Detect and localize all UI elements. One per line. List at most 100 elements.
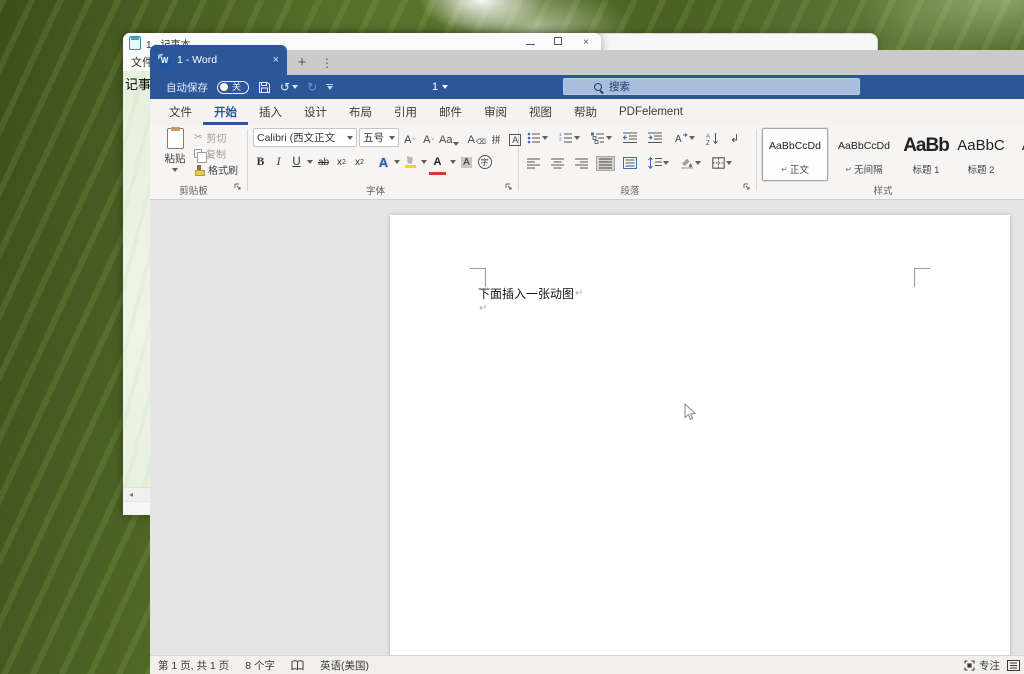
borders-button[interactable] <box>709 155 735 171</box>
style-normal[interactable]: AaBbCcDd ↵正文 <box>762 128 828 181</box>
toggle-dot <box>220 83 228 91</box>
tab-help[interactable]: 帮助 <box>563 99 608 125</box>
copy-button[interactable]: 复制 <box>194 146 226 161</box>
bold-button[interactable]: B <box>253 153 268 171</box>
font-dialog-launcher[interactable] <box>505 178 513 196</box>
scroll-left-icon[interactable]: ◂ <box>123 488 139 501</box>
superscript-button[interactable]: x2 <box>352 153 367 171</box>
tab-layout[interactable]: 布局 <box>338 99 383 125</box>
document-tab[interactable]: W 1 - Word × <box>150 45 287 75</box>
read-mode-icon[interactable] <box>1007 660 1020 671</box>
style-gallery: AaBbCcDd ↵正文 AaBbCcDd ↵无间隔 AaBb 标题 1 AaB… <box>762 128 1024 181</box>
word-window[interactable]: + ⋮ W 1 - Word × 自动保存 关 ↺ ↻ 1 搜索 <box>150 45 1024 674</box>
highlight-button[interactable] <box>403 153 418 171</box>
undo-dropdown-icon[interactable] <box>292 85 298 89</box>
show-marks-button[interactable]: ↲ <box>727 130 742 147</box>
title-dropdown-icon[interactable] <box>442 85 448 89</box>
search-input[interactable]: 搜索 <box>563 78 860 95</box>
distribute-button[interactable] <box>620 155 640 171</box>
character-shading-button[interactable]: A <box>459 153 474 171</box>
cut-button[interactable]: ✂ 剪切 <box>194 130 226 145</box>
clipboard-group: 粘贴 ✂ 剪切 复制 格式刷 剪贴板 <box>150 125 247 199</box>
format-painter-button[interactable]: 格式刷 <box>194 162 238 177</box>
style-no-spacing[interactable]: AaBbCcDd ↵无间隔 <box>831 128 897 181</box>
paste-button[interactable]: 粘贴 <box>158 128 192 184</box>
document-text-line[interactable]: 下面插入一张动图 ↵ <box>478 285 583 302</box>
style-title[interactable]: AaB 标题 <box>1010 128 1024 181</box>
text-effects-button[interactable]: A <box>376 153 391 171</box>
svg-text:2: 2 <box>559 137 562 142</box>
tab-close-icon[interactable]: × <box>273 54 279 66</box>
align-right-button[interactable] <box>572 156 591 171</box>
underline-dropdown-icon[interactable] <box>307 160 313 164</box>
proofing-icon[interactable] <box>291 660 304 671</box>
styles-group-label: 样式 <box>756 183 1010 197</box>
phonetic-guide-button[interactable]: 拼 <box>488 129 505 147</box>
clipboard-dialog-launcher[interactable] <box>234 178 242 196</box>
svg-text:A: A <box>706 134 710 140</box>
paragraph-group: 12 A AZ ↲ <box>518 125 756 199</box>
copy-icon <box>194 149 202 158</box>
undo-button[interactable]: ↺ <box>280 80 298 94</box>
change-case-button[interactable]: Aa <box>439 129 459 147</box>
document-canvas[interactable]: 下面插入一张动图 ↵ ↵ <box>150 200 1024 655</box>
word-count[interactable]: 8 个字 <box>245 658 275 673</box>
align-center-button[interactable] <box>548 156 567 171</box>
autosave-toggle[interactable]: 关 <box>217 81 249 94</box>
style-heading1[interactable]: AaBb 标题 1 <box>900 128 952 181</box>
tab-references[interactable]: 引用 <box>383 99 428 125</box>
clear-formatting-button[interactable]: A⌫ <box>467 129 485 147</box>
tab-mailings[interactable]: 邮件 <box>428 99 473 125</box>
font-size-select[interactable]: 五号 <box>359 128 399 147</box>
cut-icon: ✂ <box>194 132 202 143</box>
bullets-button[interactable] <box>524 130 551 146</box>
underline-button[interactable]: U <box>289 153 304 171</box>
highlight-dropdown-icon[interactable] <box>421 160 427 164</box>
language-indicator[interactable]: 英语(美国) <box>320 658 369 673</box>
shading-button[interactable] <box>677 155 704 171</box>
increase-indent-button[interactable] <box>645 130 665 146</box>
style-heading2[interactable]: AaBbC 标题 2 <box>955 128 1007 181</box>
status-bar: 第 1 页, 共 1 页 8 个字 英语(美国) 专注 <box>150 655 1024 674</box>
asian-layout-button[interactable]: A <box>670 130 698 146</box>
document-page[interactable]: 下面插入一张动图 ↵ ↵ <box>390 215 1010 655</box>
italic-button[interactable]: I <box>271 153 286 171</box>
tab-view[interactable]: 视图 <box>518 99 563 125</box>
font-color-dropdown-icon[interactable] <box>450 160 456 164</box>
grow-font-button[interactable]: Aˆ <box>401 129 418 147</box>
numbering-button[interactable]: 12 <box>556 130 583 146</box>
tab-design[interactable]: 设计 <box>293 99 338 125</box>
tab-insert[interactable]: 插入 <box>248 99 293 125</box>
strikethrough-button[interactable]: ab <box>316 153 331 171</box>
quick-access-chevron-icon[interactable] <box>326 84 333 90</box>
paste-dropdown-icon[interactable] <box>172 168 178 172</box>
notepad-text: 记事 <box>125 77 151 92</box>
svg-text:Z: Z <box>706 141 710 145</box>
font-group-label: 字体 <box>247 183 504 197</box>
tab-review[interactable]: 审阅 <box>473 99 518 125</box>
sort-button[interactable]: AZ <box>703 130 722 147</box>
decrease-indent-button[interactable] <box>620 130 640 146</box>
line-spacing-button[interactable] <box>645 155 672 171</box>
enclose-characters-button[interactable]: 字 <box>477 153 492 171</box>
paragraph-dialog-launcher[interactable] <box>743 178 751 196</box>
ribbon-tab-bar: 文件 开始 插入 设计 布局 引用 邮件 审阅 视图 帮助 PDFelement <box>150 99 1024 125</box>
text-effects-dropdown-icon[interactable] <box>394 160 400 164</box>
page-indicator[interactable]: 第 1 页, 共 1 页 <box>158 658 229 673</box>
shrink-font-button[interactable]: Aˇ <box>420 129 437 147</box>
tab-file[interactable]: 文件 <box>158 99 203 125</box>
font-name-select[interactable]: Calibri (西文正文 <box>253 128 357 147</box>
new-tab-button[interactable]: + <box>292 53 312 72</box>
focus-button[interactable]: 专注 <box>964 658 1000 673</box>
tab-pdfelement[interactable]: PDFelement <box>608 99 694 125</box>
subscript-button[interactable]: x2 <box>334 153 349 171</box>
notepad-icon <box>129 36 141 50</box>
multilevel-list-button[interactable] <box>588 130 615 146</box>
tab-more-icon[interactable]: ⋮ <box>320 53 334 72</box>
search-icon <box>594 83 602 91</box>
justify-button[interactable] <box>596 156 615 171</box>
tab-home[interactable]: 开始 <box>203 99 248 125</box>
save-button[interactable] <box>258 81 271 94</box>
align-left-button[interactable] <box>524 156 543 171</box>
font-color-button[interactable]: A <box>430 153 445 171</box>
